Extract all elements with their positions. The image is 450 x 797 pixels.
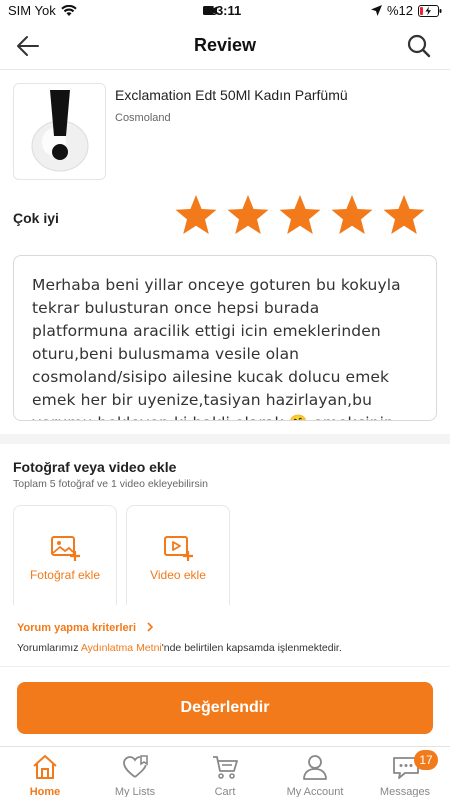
perfume-bottle-image xyxy=(31,90,89,172)
tab-bar: Home My Lists Cart My Account 17 Message… xyxy=(0,746,450,797)
review-criteria-label: Yorum yapma kriterleri xyxy=(17,622,137,634)
star-3-icon[interactable] xyxy=(278,193,322,237)
add-video-label: Video ekle xyxy=(150,568,206,582)
messages-badge: 17 xyxy=(414,750,438,770)
star-1-icon[interactable] xyxy=(174,193,218,237)
home-icon xyxy=(33,755,57,779)
star-4-icon[interactable] xyxy=(330,193,374,237)
star-5-icon[interactable] xyxy=(382,193,426,237)
tab-messages-label: Messages xyxy=(379,786,431,797)
search-icon xyxy=(407,34,431,58)
rating-label: Çok iyi xyxy=(13,210,59,226)
review-criteria-link[interactable]: Yorum yapma kriterleri xyxy=(17,622,155,634)
product-summary: Exclamation Edt 50Ml Kadın Parfümü Cosmo… xyxy=(13,83,438,181)
tab-home[interactable]: Home xyxy=(0,747,90,797)
add-photo-icon xyxy=(51,536,80,561)
star-2-icon[interactable] xyxy=(226,193,270,237)
product-brand[interactable]: Cosmoland xyxy=(115,112,171,124)
battery-percent: %12 xyxy=(386,3,413,18)
add-video-icon xyxy=(164,536,193,561)
tab-messages[interactable]: 17 Messages xyxy=(360,747,450,797)
product-name[interactable]: Exclamation Edt 50Ml Kadın Parfümü xyxy=(115,87,348,103)
tab-cart[interactable]: Cart xyxy=(180,747,270,797)
product-image xyxy=(13,83,106,180)
privacy-prefix: Yorumlarımız xyxy=(17,642,81,654)
privacy-notice: Yorumlarımız Aydınlatma Metni'nde belirt… xyxy=(17,642,342,654)
tab-home-label: Home xyxy=(29,786,61,797)
section-divider xyxy=(0,434,450,444)
status-right: %12 xyxy=(370,3,442,18)
chevron-right-icon xyxy=(147,622,154,632)
add-photo-label: Fotoğraf ekle xyxy=(29,568,101,582)
tab-cart-label: Cart xyxy=(214,786,236,797)
nav-bar: Review xyxy=(0,22,450,70)
footer-separator xyxy=(0,666,450,667)
status-bar: SIM Yok 13:11 %12 xyxy=(0,0,450,22)
user-icon xyxy=(303,755,327,780)
tab-my-account[interactable]: My Account xyxy=(270,747,360,797)
heart-list-icon xyxy=(123,755,148,778)
star-rating[interactable] xyxy=(174,193,426,237)
media-section-title: Fotoğraf veya video ekle xyxy=(13,459,177,475)
add-photo-button[interactable]: Fotoğraf ekle xyxy=(13,505,117,605)
search-button[interactable] xyxy=(406,33,432,59)
page-title: Review xyxy=(193,35,257,55)
media-section-subtitle: Toplam 5 fotoğraf ve 1 video ekleyebilir… xyxy=(13,478,208,490)
review-textarea[interactable]: Merhaba beni yillar onceye goturen bu ko… xyxy=(13,255,437,421)
battery-charging-icon xyxy=(418,4,442,17)
add-video-button[interactable]: Video ekle xyxy=(126,505,230,605)
tab-my-lists[interactable]: My Lists xyxy=(90,747,180,797)
review-text[interactable]: Merhaba beni yillar onceye goturen bu ko… xyxy=(14,256,436,420)
submit-review-button[interactable]: Değerlendir xyxy=(17,682,433,734)
tab-my-account-label: My Account xyxy=(286,786,344,797)
privacy-suffix: 'nde belirtilen kapsamda işlenmektedir. xyxy=(161,642,342,654)
privacy-policy-link[interactable]: Aydınlatma Metni xyxy=(81,642,162,654)
tab-my-lists-label: My Lists xyxy=(114,786,156,797)
location-arrow-icon xyxy=(370,5,382,16)
cart-icon xyxy=(213,756,238,779)
